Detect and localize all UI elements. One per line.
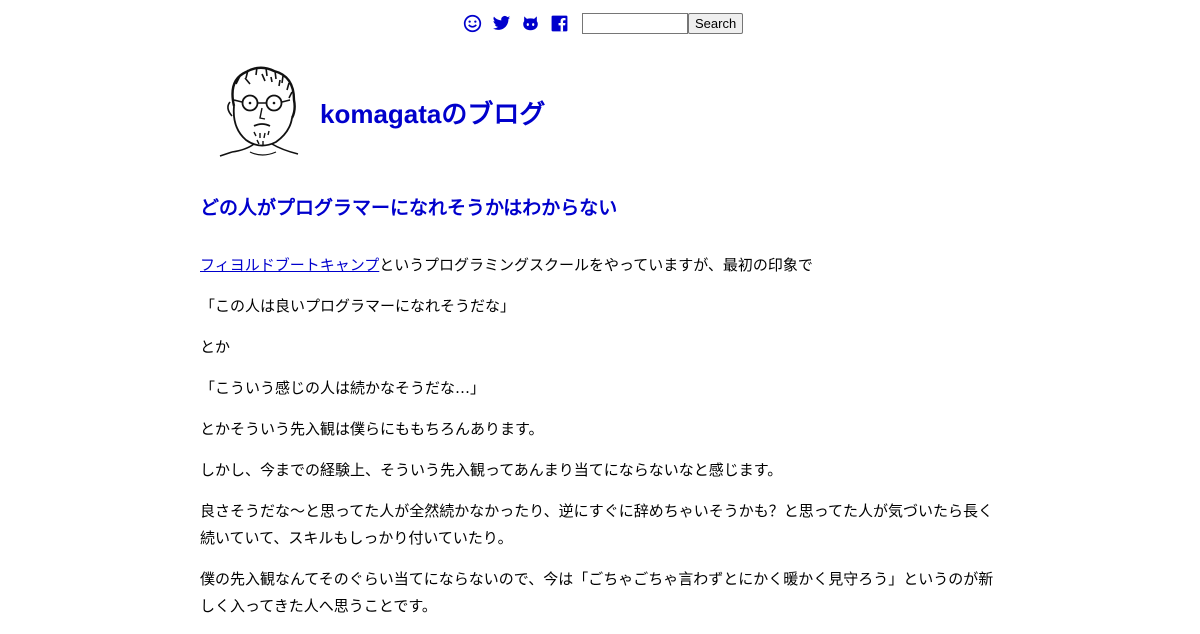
github-icon[interactable] [520, 13, 540, 33]
blog-header: komagataのブログ [210, 62, 545, 162]
post-paragraph-5: とかそういう先入観は僕らにももちろんあります。 [200, 420, 544, 438]
fjord-bootcamp-link[interactable]: フィヨルドブートキャンプ [200, 256, 379, 274]
post-title: どの人がプログラマーになれそうかはわからない [200, 197, 618, 219]
post-body: どの人がプログラマーになれそうかはわからない フィヨルドブートキャンプというプロ… [200, 190, 1000, 634]
paragraph-text: というプログラミングスクールをやっていますが、最初の印象で [379, 256, 813, 274]
facebook-icon[interactable] [549, 13, 569, 33]
top-nav: Search [462, 10, 744, 36]
smiley-icon[interactable] [462, 13, 482, 33]
author-avatar[interactable] [210, 62, 302, 162]
post-paragraph-2: 「この人は良いプログラマーになれそうだな」 [200, 297, 516, 315]
search-button[interactable]: Search [688, 12, 744, 34]
search-input[interactable] [582, 12, 688, 34]
post-paragraph-7: 良さそうだな〜と思ってた人が全然続かなかったり、逆にすぐに辞めちゃいそうかも？と… [200, 502, 994, 547]
post-paragraph-1: フィヨルドブートキャンプというプログラミングスクールをやっていますが、最初の印象… [200, 252, 1000, 279]
post-paragraph-8: 僕の先入観なんてそのぐらい当てにならないので、今は「ごちゃごちゃ言わずとにかく暖… [200, 570, 994, 615]
post-paragraph-3: とか [200, 338, 231, 356]
blog-title-link[interactable]: komagataのブログ [320, 94, 545, 131]
post-paragraph-4: 「こういう感じの人は続かなそうだな…」 [200, 379, 486, 397]
post-paragraph-6: しかし、今までの経験上、そういう先入観ってあんまり当てにならないなと感じます。 [200, 461, 783, 479]
twitter-icon[interactable] [491, 13, 511, 33]
